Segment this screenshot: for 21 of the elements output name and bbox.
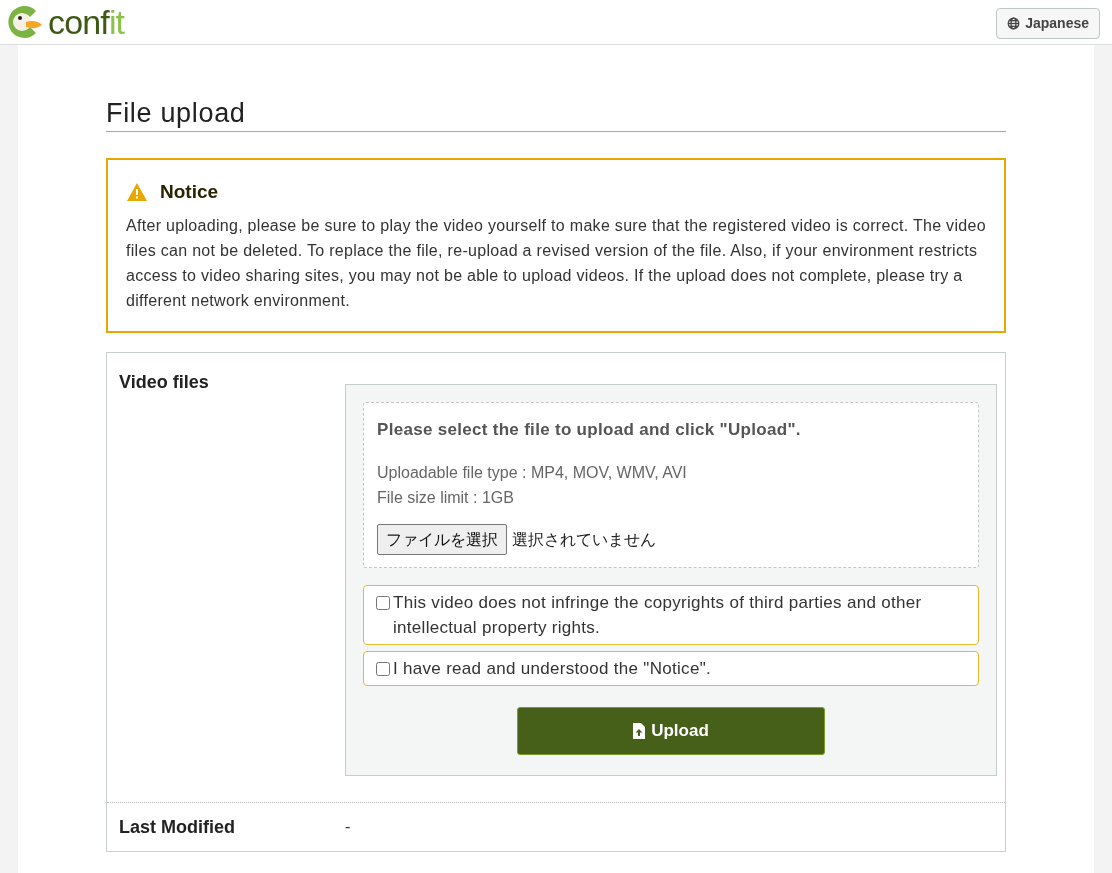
file-status: 選択されていません (512, 529, 656, 550)
page-title: File upload (106, 97, 1006, 132)
last-modified-value: - (345, 817, 351, 837)
upload-button[interactable]: Upload (517, 707, 825, 755)
field-label: Last Modified (119, 816, 235, 837)
field-label: Video files (119, 371, 209, 392)
file-size-info: File size limit : 1GB (377, 488, 515, 508)
upload-instruction: Please select the file to upload and click "Upload". (377, 418, 802, 441)
globe-icon (1007, 16, 1021, 30)
agreement-checkbox[interactable] (376, 662, 390, 676)
confit-logo-text: confit (48, 5, 125, 39)
agreement-option[interactable]: This video does not infringe the copyrights of third parties and other intellectual property rights. (363, 585, 979, 645)
choose-file-button[interactable]: ファイルを選択 (377, 524, 507, 555)
file-upload-icon (633, 723, 646, 739)
notice-text: After uploading, please be sure to play the video yourself to make sure that the registered video is correct. The video files can not be deleted. To replace the file, re-upload a revised version of the file. Also, if your environment restricts access to video sharing sites, you may not be able to upload videos. If the upload does not complete, please try a different network environment. (126, 215, 986, 311)
agreement-checkbox[interactable] (376, 596, 390, 610)
notice-title: Notice (160, 180, 219, 204)
agreement-option[interactable]: I have read and understood the "Notice". (363, 651, 979, 686)
language-button[interactable]: Japanese (996, 7, 1100, 39)
warning-icon (126, 182, 148, 203)
file-type-info: Uploadable file type : MP4, MOV, WMV, AVI (377, 463, 688, 483)
